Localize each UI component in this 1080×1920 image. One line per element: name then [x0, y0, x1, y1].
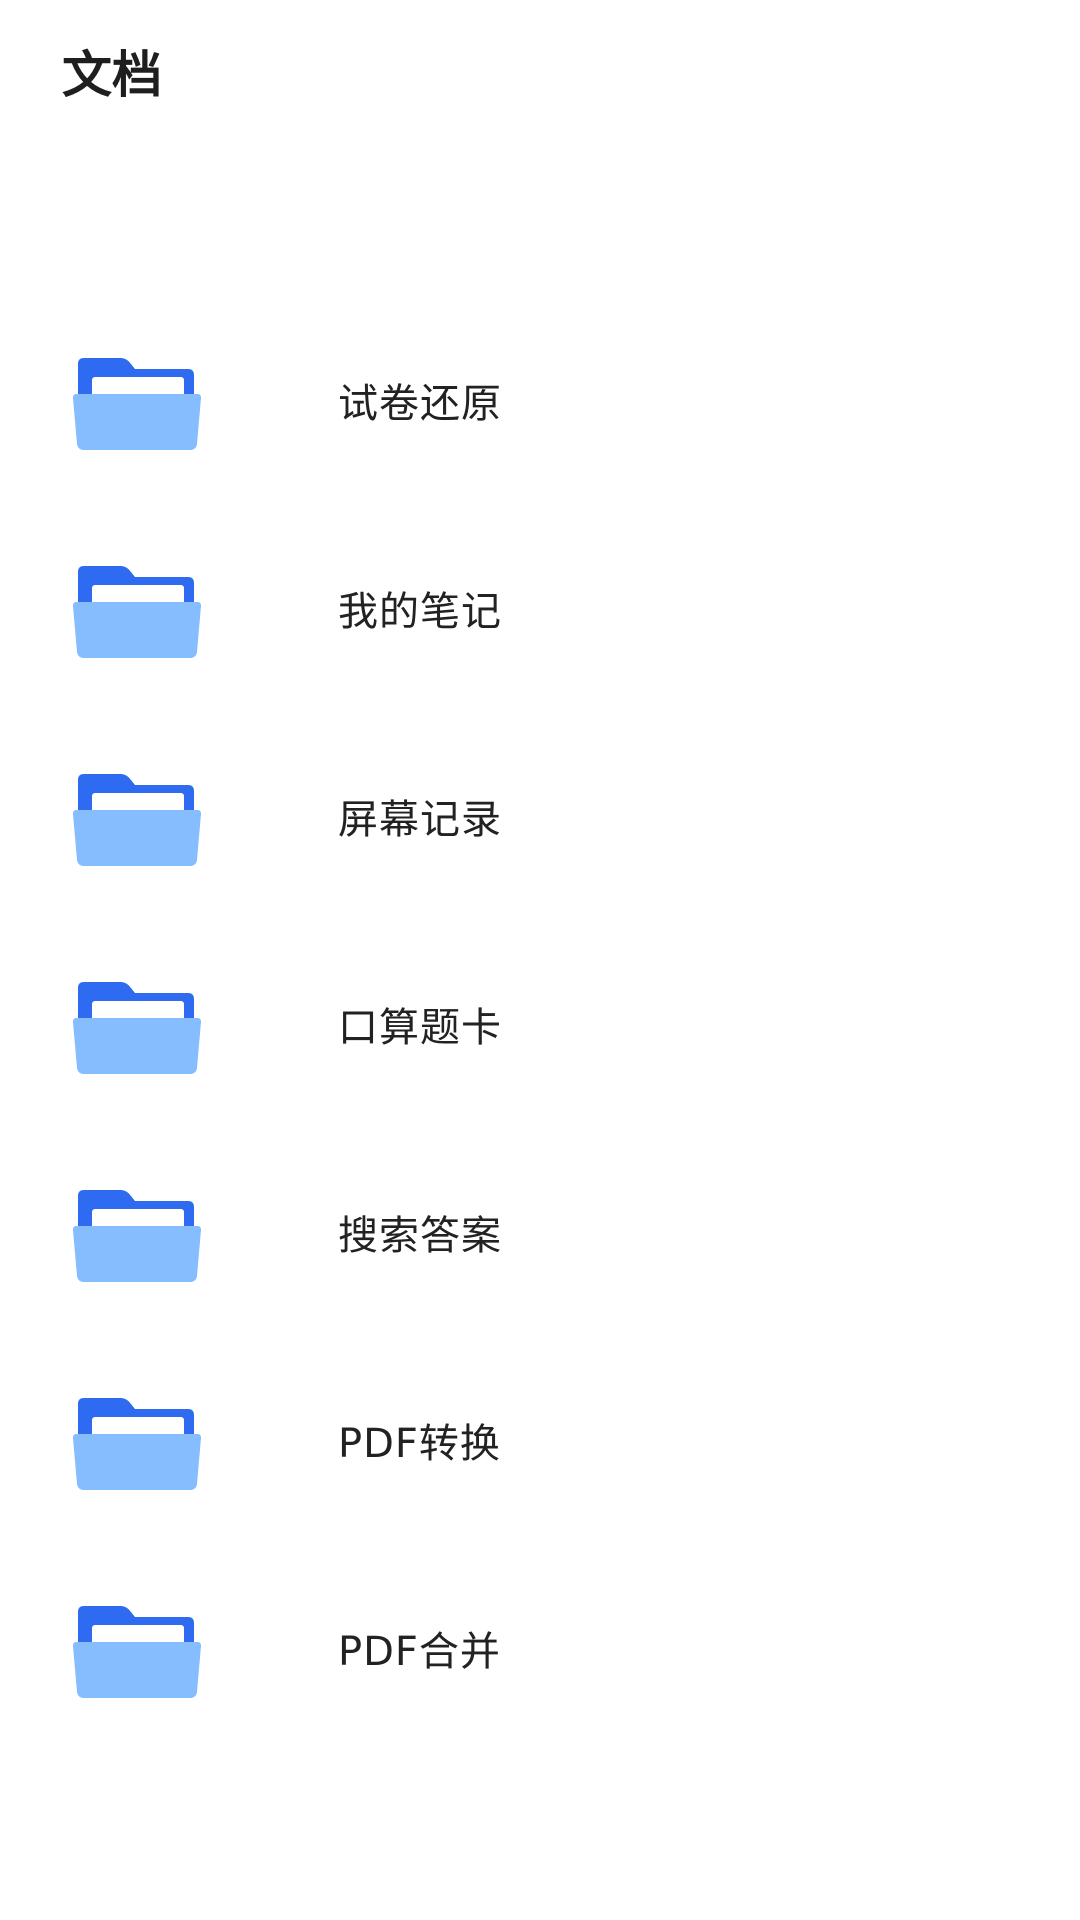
page-title: 文档	[62, 46, 162, 104]
folder-label: 口算题卡	[338, 1005, 502, 1051]
folder-label: PDF转换	[338, 1421, 501, 1467]
folder-icon	[73, 774, 201, 866]
folder-icon	[73, 1190, 201, 1282]
folder-item-search-answers[interactable]: 搜索答案	[0, 1132, 1080, 1340]
folder-item-my-notes[interactable]: 我的笔记	[0, 508, 1080, 716]
folder-label: 试卷还原	[338, 381, 502, 427]
folder-label: PDF合并	[338, 1629, 501, 1675]
folder-item-screen-record[interactable]: 屏幕记录	[0, 716, 1080, 924]
folder-label: 屏幕记录	[338, 797, 502, 843]
folder-item-pdf-convert[interactable]: PDF转换	[0, 1340, 1080, 1548]
folder-icon	[73, 566, 201, 658]
folder-icon	[73, 358, 201, 450]
folder-icon	[73, 1398, 201, 1490]
folder-item-exam-restore[interactable]: 试卷还原	[0, 300, 1080, 508]
folder-list: 试卷还原 我的笔记 屏幕记录 口算题卡 搜索答案 PDF转换 PDF合并	[0, 300, 1080, 1756]
folder-item-pdf-merge[interactable]: PDF合并	[0, 1548, 1080, 1756]
folder-label: 我的笔记	[338, 589, 502, 635]
folder-icon	[73, 1606, 201, 1698]
folder-icon	[73, 982, 201, 1074]
folder-label: 搜索答案	[338, 1213, 502, 1259]
folder-item-oral-arithmetic[interactable]: 口算题卡	[0, 924, 1080, 1132]
